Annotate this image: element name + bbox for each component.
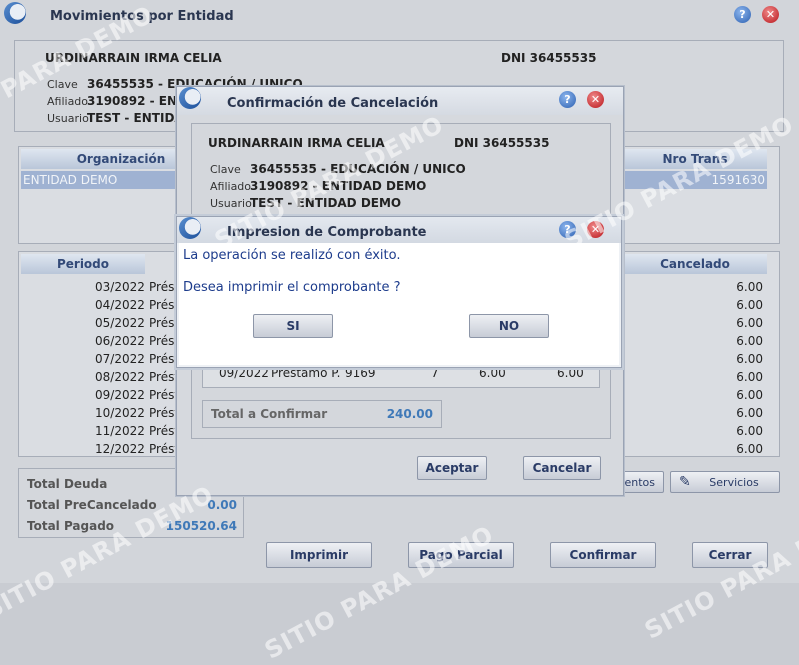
confirm-row-cancelado: 6.00 [557,366,584,380]
confirm-total-box: Total a Confirmar 240.00 [202,400,442,428]
period-row-desc: Prést [149,298,180,312]
aceptar-button[interactable]: Aceptar [417,456,487,480]
print-dialog-content: La operación se realizó con éxito. Desea… [179,243,619,365]
period-row-periodo: 05/2022 [95,316,145,330]
person-dni: DNI 36455535 [501,51,597,65]
servicios-button[interactable]: ✎ Servicios [670,471,780,493]
confirm-total-value: 240.00 [386,407,433,421]
confirm-row-nro: 9169 [345,366,376,380]
period-row-periodo: 04/2022 [95,298,145,312]
period-row-desc: Prést [149,370,180,384]
period-row-periodo: 11/2022 [95,424,145,438]
total-precancelado-label: Total PreCancelado [27,498,157,512]
servicios-label: Servicios [709,475,759,489]
confirm-close-icon[interactable]: ✕ [587,91,604,108]
period-row-periodo: 06/2022 [95,334,145,348]
no-button[interactable]: NO [469,314,549,338]
period-row-desc: Prést [149,316,180,330]
total-deuda-label: Total Deuda [27,477,108,491]
period-row-cancelado: 6.00 [736,316,763,330]
success-message: La operación se realizó con éxito. [183,248,401,263]
period-row-desc: Prést [149,442,180,456]
confirm-total-label: Total a Confirmar [211,407,328,421]
period-row-periodo: 12/2022 [95,442,145,456]
afiliado-label: Afiliado [47,95,89,108]
close-icon[interactable]: ✕ [762,6,779,23]
confirm-help-icon[interactable]: ? [559,91,576,108]
period-row-cancelado: 6.00 [736,280,763,294]
app-logo-icon [4,2,26,24]
period-row-cancelado: 6.00 [736,406,763,420]
confirm-logo-icon [179,87,201,109]
period-row-periodo: 09/2022 [95,388,145,402]
period-row-cancelado: 6.00 [736,442,763,456]
confirm-title: Confirmación de Cancelación [227,96,439,111]
confirm-clave-label: Clave [210,163,241,176]
col-periodo[interactable]: Periodo [21,254,145,274]
period-row-cancelado: 6.00 [736,352,763,366]
print-dialog-logo-icon [179,217,201,239]
movimientos-label: ientos [621,475,655,489]
period-row-cancelado: 6.00 [736,388,763,402]
si-button[interactable]: SI [253,314,333,338]
confirm-row-cuota: 7 [431,366,439,380]
confirm-row-importe: 6.00 [479,366,506,380]
confirm-dni: DNI 36455535 [454,136,550,150]
servicios-icon: ✎ [679,474,691,490]
confirm-afiliado-label: Afiliado [210,180,252,193]
period-row-desc: Prést [149,388,180,402]
period-row-periodo: 10/2022 [95,406,145,420]
confirmar-button[interactable]: Confirmar [550,542,656,568]
org-row-name: ENTIDAD DEMO [23,173,118,187]
confirm-titlebar: Confirmación de Cancelación ? ✕ [177,87,623,115]
period-row-cancelado: 6.00 [736,424,763,438]
period-row-cancelado: 6.00 [736,334,763,348]
period-row-cancelado: 6.00 [736,298,763,312]
afiliado-value: 3190892 - ENT [87,94,186,108]
print-question: Desea imprimir el comprobante ? [183,280,401,295]
help-icon[interactable]: ? [734,6,751,23]
period-row-desc: Prést [149,334,180,348]
period-row-desc: Prést [149,352,180,366]
period-row-periodo: 03/2022 [95,280,145,294]
confirm-row-desc: Préstamo P. [271,366,341,380]
col-cancelado[interactable]: Cancelado [623,254,767,274]
usuario-label: Usuario [47,112,89,125]
period-row-periodo: 08/2022 [95,370,145,384]
period-row-desc: Prést [149,424,180,438]
confirm-person-name: URDINARRAIN IRMA CELIA [208,136,385,150]
period-row-desc: Prést [149,280,180,294]
imprimir-button[interactable]: Imprimir [266,542,372,568]
period-row-cancelado: 6.00 [736,370,763,384]
confirm-detail-row[interactable]: 09/2022 Préstamo P. 9169 7 6.00 6.00 [207,366,597,384]
confirm-usuario-label: Usuario [210,197,252,210]
period-row-desc: Prést [149,406,180,420]
total-pagado-label: Total Pagado [27,519,115,533]
confirm-row-periodo: 09/2022 [219,366,269,380]
cancelar-button[interactable]: Cancelar [523,456,601,480]
period-row-periodo: 07/2022 [95,352,145,366]
